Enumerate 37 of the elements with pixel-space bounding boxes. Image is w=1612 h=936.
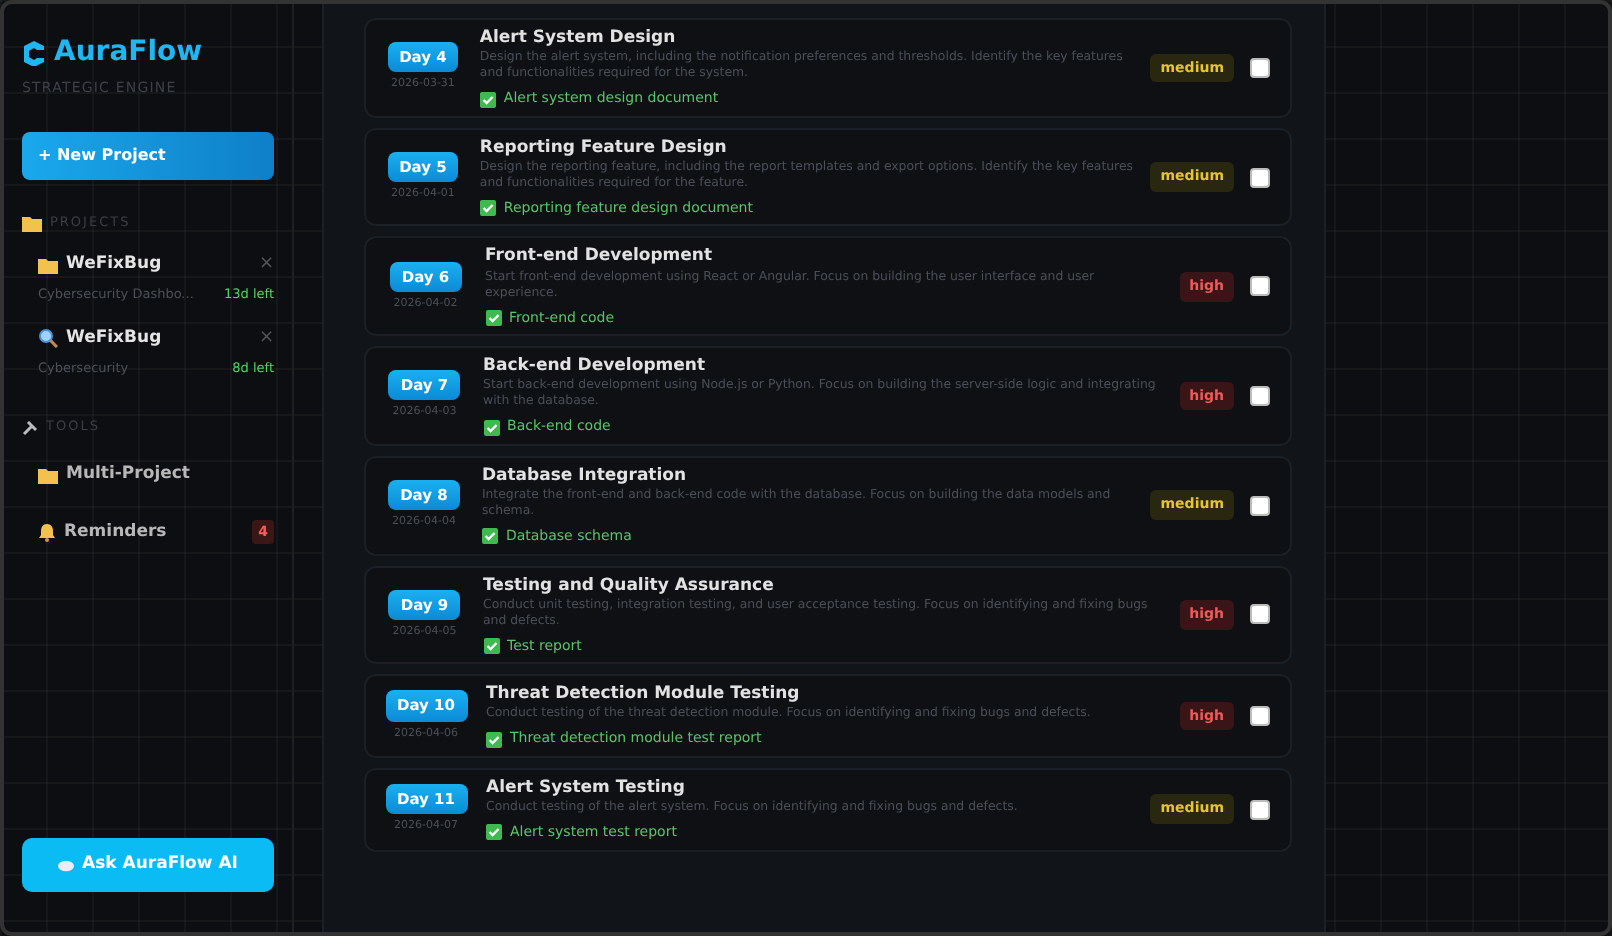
logo-icon	[22, 40, 46, 66]
check-icon	[483, 638, 500, 655]
task-title: Front-end Development	[485, 246, 715, 268]
check-icon	[486, 731, 502, 748]
tool-link[interactable]: Multi-Project	[66, 462, 190, 488]
check-icon	[479, 91, 496, 107]
task-title: Testing and Quality Assurance	[483, 575, 776, 596]
task-title: Alert System Testing	[486, 777, 687, 799]
folder-icon	[38, 256, 58, 275]
check-icon	[486, 824, 502, 841]
task-checkbox[interactable]	[1250, 799, 1270, 820]
tool-link[interactable]: Reminders	[64, 519, 167, 545]
task-title: Threat Detection Module Testing	[486, 684, 802, 705]
check-icon	[479, 200, 496, 217]
tools-icon	[22, 420, 38, 437]
task-title: Alert System Design	[479, 28, 678, 49]
task-checkbox[interactable]	[1250, 604, 1270, 625]
task-title: Database Integration	[481, 465, 689, 486]
task-checkbox[interactable]	[1250, 495, 1270, 516]
project-name[interactable]: WeFixBug	[66, 325, 162, 351]
search-icon	[38, 328, 58, 349]
task-title: Back-end Development	[483, 356, 708, 377]
app-name: AuraFlow	[54, 34, 203, 72]
task-checkbox[interactable]	[1250, 167, 1270, 188]
task-checkbox[interactable]	[1250, 57, 1270, 78]
check-icon	[483, 419, 500, 436]
folder-icon	[22, 213, 42, 232]
task-title: Reporting Feature Design	[479, 137, 729, 158]
folder-icon	[38, 465, 58, 484]
task-checkbox[interactable]	[1250, 706, 1270, 727]
bell-icon	[38, 522, 56, 543]
task-checkbox[interactable]	[1250, 385, 1270, 406]
check-icon	[485, 309, 502, 326]
chat-icon	[58, 859, 75, 872]
task-checkbox[interactable]	[1250, 276, 1270, 297]
check-icon	[481, 528, 498, 545]
project-name[interactable]: WeFixBug	[66, 252, 162, 278]
